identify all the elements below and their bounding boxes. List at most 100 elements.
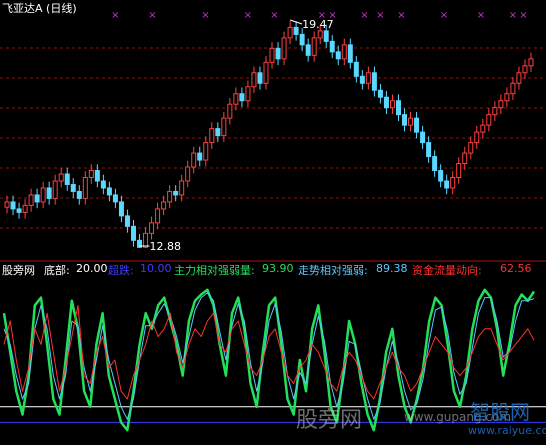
candle-body bbox=[504, 93, 510, 102]
candle-body bbox=[329, 40, 335, 53]
signal-marker: × bbox=[477, 10, 485, 21]
candle-body bbox=[149, 222, 155, 234]
candle-body bbox=[215, 128, 221, 137]
candle-body bbox=[510, 82, 516, 95]
candle-body bbox=[58, 173, 64, 182]
candle-body bbox=[432, 156, 438, 172]
candle-body bbox=[76, 190, 82, 199]
signal-marker: × bbox=[397, 10, 405, 21]
candle-body bbox=[173, 190, 179, 196]
candle-body bbox=[347, 44, 353, 63]
watermark-text: 股旁网 bbox=[296, 408, 363, 433]
candle-body bbox=[299, 33, 305, 46]
candle-body bbox=[311, 37, 317, 56]
legend-flow-value: 62.56 bbox=[500, 262, 532, 275]
candle-body bbox=[16, 208, 22, 213]
candle-body bbox=[227, 103, 233, 119]
candle-body bbox=[64, 173, 70, 185]
candle-body bbox=[52, 180, 58, 199]
candle-body bbox=[197, 152, 203, 161]
candle-body bbox=[179, 180, 185, 196]
price-high-label: 19.47 bbox=[302, 18, 334, 31]
signal-marker: × bbox=[244, 10, 252, 21]
candle-body bbox=[456, 163, 462, 178]
signal-marker: × bbox=[111, 10, 119, 21]
candle-body bbox=[528, 58, 534, 67]
candle-body bbox=[46, 187, 52, 199]
legend-trend-rs-value: 89.38 bbox=[376, 262, 408, 275]
candle-body bbox=[438, 170, 444, 182]
candle-body bbox=[365, 72, 371, 84]
candle-body bbox=[88, 170, 94, 178]
candle-body bbox=[269, 47, 275, 63]
candle-body bbox=[245, 86, 251, 102]
candle-body bbox=[408, 117, 414, 126]
candle-body bbox=[185, 166, 191, 182]
signal-marker: × bbox=[519, 10, 527, 21]
candle-body bbox=[40, 187, 46, 203]
candle-body bbox=[492, 107, 498, 116]
candle-body bbox=[359, 75, 365, 84]
candle-body bbox=[377, 89, 383, 98]
candle-body bbox=[143, 232, 149, 248]
candle-body bbox=[462, 152, 468, 165]
candle-body bbox=[251, 72, 257, 88]
candle-body bbox=[82, 176, 88, 199]
candle-body bbox=[426, 142, 432, 158]
legend-trend-rs-label: 走势相对强弱: bbox=[298, 264, 368, 277]
price-low-label: 12.88 bbox=[150, 240, 182, 253]
legend-bottom-label: 底部: bbox=[44, 264, 70, 277]
candle-body bbox=[4, 201, 10, 208]
candle-body bbox=[209, 128, 215, 144]
candle-body bbox=[371, 72, 377, 91]
candle-body bbox=[112, 194, 118, 203]
candle-body bbox=[498, 100, 504, 109]
indicator-name: 股旁网 bbox=[2, 264, 35, 277]
candle-body bbox=[341, 44, 347, 60]
candle-body bbox=[468, 142, 474, 154]
candle-body bbox=[444, 180, 450, 189]
candle-body bbox=[28, 194, 34, 206]
signal-marker: × bbox=[148, 10, 156, 21]
signal-marker: × bbox=[440, 10, 448, 21]
candle-body bbox=[34, 194, 40, 203]
signal-marker: × bbox=[360, 10, 368, 21]
candle-body bbox=[317, 30, 323, 39]
candle-body bbox=[106, 187, 112, 196]
candle-body bbox=[305, 44, 311, 56]
candle-body bbox=[94, 170, 100, 182]
indicator-legend: 股旁网 底部: 20.00 超跌: 10.00 主力相对强弱量: 93.90 走… bbox=[0, 262, 546, 277]
candle-body bbox=[124, 215, 130, 227]
candle-body bbox=[155, 208, 161, 224]
signal-marker: × bbox=[270, 10, 278, 21]
candle-body bbox=[233, 93, 239, 105]
legend-overbought-value: 10.00 bbox=[140, 262, 172, 275]
candle-body bbox=[221, 117, 227, 137]
candle-body bbox=[293, 26, 299, 35]
candle-body bbox=[239, 93, 245, 102]
watermark-logo-url: www.raiyue.com bbox=[468, 424, 546, 437]
legend-bottom-value: 20.00 bbox=[76, 262, 108, 275]
chart-canvas: × × × × × × × × × × × × × × 19.4712.88 bbox=[0, 0, 546, 445]
candle-body bbox=[353, 61, 359, 77]
legend-main-rs-label: 主力相对强弱量: bbox=[174, 264, 255, 277]
candle-body bbox=[414, 117, 420, 133]
candle-body bbox=[474, 131, 480, 144]
candle-body bbox=[100, 180, 106, 189]
signal-marker: × bbox=[509, 10, 517, 21]
candle-body bbox=[420, 131, 426, 144]
watermark-logo-text: 智股网 bbox=[470, 400, 530, 424]
candle-body bbox=[70, 183, 76, 192]
candle-body bbox=[130, 225, 136, 241]
candle-body bbox=[383, 96, 389, 109]
signal-marker: × bbox=[376, 10, 384, 21]
candle-body bbox=[402, 114, 408, 126]
candle-body bbox=[516, 72, 522, 84]
candle-body bbox=[287, 26, 293, 39]
candle-body bbox=[450, 176, 456, 189]
candle-body bbox=[118, 201, 124, 217]
candle-body bbox=[22, 204, 28, 213]
candle-body bbox=[281, 37, 287, 60]
candle-body bbox=[522, 65, 528, 74]
legend-flow-label: 资金流量动向: bbox=[412, 264, 482, 277]
